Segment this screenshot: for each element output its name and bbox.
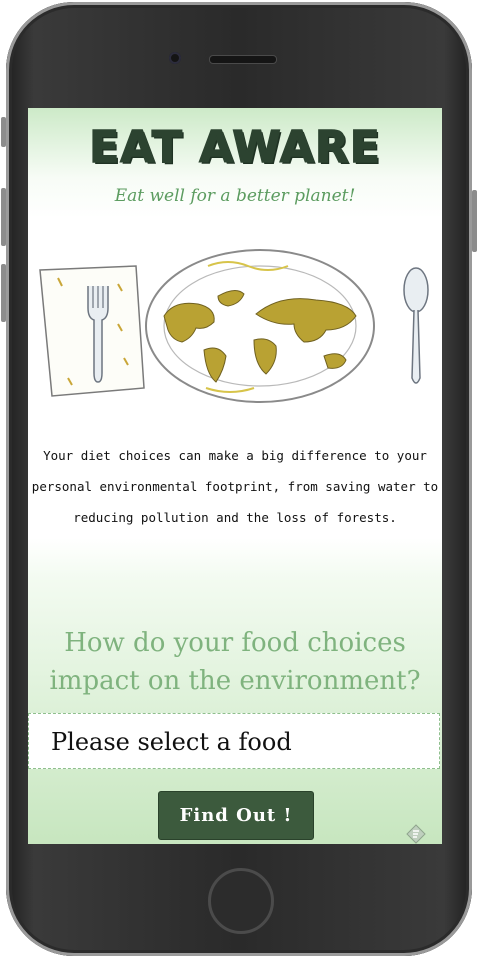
camera-icon: [169, 52, 181, 64]
find-out-button[interactable]: Find Out !: [158, 791, 314, 840]
app-tagline: Eat well for a better planet!: [114, 186, 356, 206]
napkin-icon: [39, 265, 145, 397]
volume-up-button: [1, 188, 6, 246]
speaker-grille: [209, 55, 277, 64]
food-select[interactable]: Please select a food: [28, 713, 440, 769]
badge-icon: [406, 824, 426, 844]
app-screen: EAT AWARE Eat well for a better planet!: [28, 108, 442, 844]
mute-switch: [1, 117, 6, 147]
intro-text: Your diet choices can make a big differe…: [31, 448, 439, 525]
plate-world-map-illustration: [39, 249, 429, 403]
volume-down-button: [1, 264, 6, 322]
app-title: EAT AWARE: [88, 121, 381, 174]
spoon-icon: [403, 267, 429, 384]
home-button[interactable]: [208, 868, 274, 934]
power-button: [472, 190, 477, 252]
question-heading: How do your food choices impact on the e…: [49, 628, 421, 696]
